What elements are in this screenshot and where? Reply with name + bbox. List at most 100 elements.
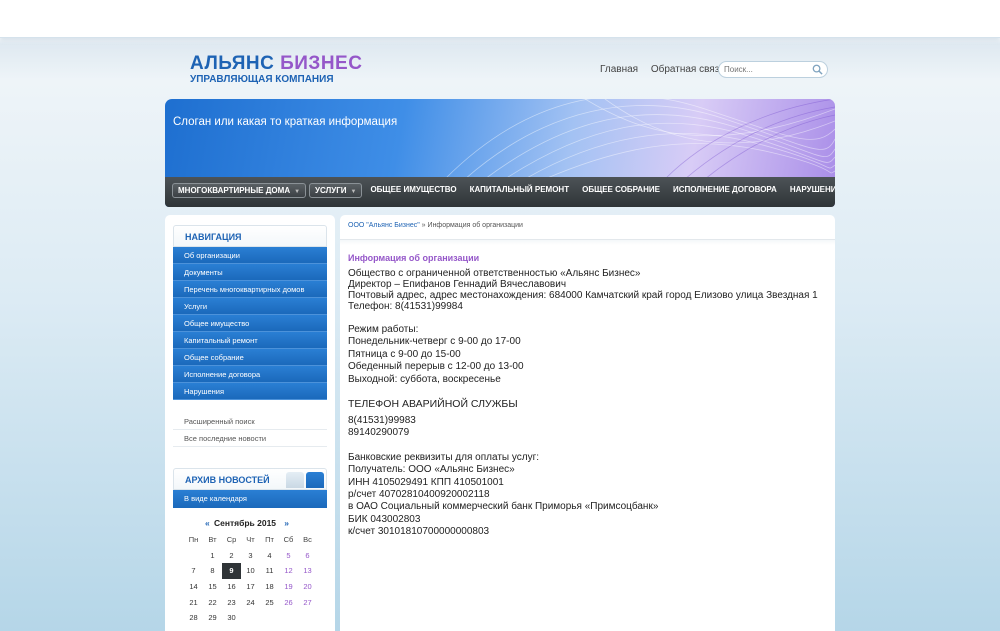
calendar-day[interactable]: 16 [222, 579, 241, 595]
sidebar-sublink[interactable]: Все последние новости [173, 430, 327, 447]
calendar-day[interactable]: 3 [241, 548, 260, 564]
menu-item-label: ИСПОЛНЕНИЕ ДОГОВОРА [672, 185, 777, 194]
calendar-day[interactable]: 11 [260, 563, 279, 579]
bank-detail-line: ИНН 4105029491 КПП 410501001 [348, 476, 504, 488]
calendar-day[interactable]: 4 [260, 548, 279, 564]
calendar-empty-cell [298, 610, 317, 626]
calendar-day[interactable]: 26 [279, 594, 298, 610]
bank-detail-line: БИК 043002803 [348, 513, 421, 525]
sidebar-nav-item[interactable]: Общее собрание [173, 349, 327, 366]
sidebar-nav-item[interactable]: Исполнение договора [173, 366, 327, 383]
calendar-day[interactable]: 10 [241, 563, 260, 579]
archive-calendar-tab[interactable] [306, 472, 324, 488]
menu-item-label: МНОГОКВАРТИРНЫЕ ДОМА [178, 186, 291, 195]
content-divider [340, 239, 835, 245]
menu-item-4[interactable]: КАПИТАЛЬНЫЙ РЕМОНТ [465, 183, 574, 198]
calendar-header: « Сентябрь 2015 » [195, 518, 295, 528]
header-banner: Слоган или какая то краткая информация М… [165, 99, 835, 207]
menu-item-label: ОБЩЕЕ ИМУЩЕСТВО [370, 185, 457, 194]
menu-item-1[interactable]: МНОГОКВАРТИРНЫЕ ДОМА ▼ [172, 183, 307, 198]
schedule-line: Пятница с 9-00 до 15-00 [348, 348, 461, 360]
menu-item-2[interactable]: УСЛУГИ ▼ [309, 183, 363, 198]
breadcrumb: ООО "Альянс Бизнес" » Информация об орга… [348, 222, 523, 229]
calendar-prev-button[interactable]: « [205, 518, 210, 528]
search-icon[interactable] [812, 64, 823, 75]
calendar-weekday: Пт [265, 535, 274, 545]
calendar-day[interactable]: 19 [279, 579, 298, 595]
calendar-day[interactable]: 6 [298, 548, 317, 564]
calendar-weekday: Пн [188, 535, 199, 545]
calendar-grid: Пн Вт Ср Чт Пт Сб Вс 1 2 3 4 5 6 7 8 9 10 11 12 13 14 15 16 17 1… [184, 532, 317, 626]
schedule-line: Выходной: суббота, воскресенье [348, 373, 501, 385]
menu-item-5[interactable]: ОБЩЕЕ СОБРАНИЕ [577, 183, 665, 198]
calendar-day[interactable]: 15 [203, 579, 222, 595]
chevron-down-icon: ▼ [294, 189, 301, 195]
page-title: Информация об организации [348, 253, 480, 263]
calendar-day[interactable]: 27 [298, 594, 317, 610]
sidebar-nav-item[interactable]: Услуги [173, 298, 327, 315]
bank-detail-line: к/счет 30101810700000000803 [348, 526, 490, 538]
sidebar-nav-item[interactable]: Общее имущество [173, 315, 327, 332]
calendar-weekday: Вт [208, 535, 217, 545]
sidebar-nav-item[interactable]: Нарушения [173, 383, 327, 400]
archive-header: АРХИВ НОВОСТЕЙ [173, 468, 327, 490]
emergency-phone: 8(41531)99983 [348, 415, 416, 427]
nav-title: НАВИГАЦИЯ [173, 225, 327, 247]
banner-waves-decoration [444, 99, 835, 179]
link-feedback[interactable]: Обратная связь [651, 64, 725, 75]
menu-item-7[interactable]: НАРУШЕНИЯ [785, 183, 835, 198]
logo[interactable]: АЛЬЯНС БИЗНЕС УПРАВЛЯЮЩАЯ КОМПАНИЯ [190, 53, 363, 86]
schedule-line: Обеденный перерыв с 12-00 до 13-00 [348, 361, 524, 373]
calendar-day[interactable]: 14 [184, 579, 203, 595]
calendar-day[interactable]: 18 [260, 579, 279, 595]
sidebar-sublink[interactable]: Расширенный поиск [173, 413, 327, 430]
calendar-empty-cell [184, 548, 203, 564]
menu-item-6[interactable]: ИСПОЛНЕНИЕ ДОГОВОРА [668, 183, 782, 198]
top-links: Главная Обратная связь [600, 64, 735, 75]
archive-title: АРХИВ НОВОСТЕЙ [185, 475, 270, 485]
emergency-phone: 89140290079 [348, 427, 410, 439]
calendar-day[interactable]: 21 [184, 594, 203, 610]
emergency-title: ТЕЛЕФОН АВАРИЙНОЙ СЛУЖБЫ [348, 398, 518, 411]
calendar-day[interactable]: 28 [184, 610, 203, 626]
menu-item-label: УСЛУГИ [315, 186, 347, 195]
calendar-next-button[interactable]: » [284, 518, 289, 528]
calendar-day[interactable]: 24 [241, 594, 260, 610]
search-input[interactable] [724, 62, 812, 77]
sidebar-nav-item[interactable]: Перечень многоквартирных домов [173, 281, 327, 298]
calendar-day[interactable]: 17 [241, 579, 260, 595]
calendar-day[interactable]: 23 [222, 594, 241, 610]
calendar-empty-cell [279, 610, 298, 626]
breadcrumb-current: Информация об организации [427, 222, 523, 229]
calendar-day[interactable]: 29 [203, 610, 222, 626]
calendar-day[interactable]: 2 [222, 548, 241, 564]
calendar-month: Сентябрь 2015 [213, 518, 277, 528]
calendar-day[interactable]: 22 [203, 594, 222, 610]
calendar-day[interactable]: 9 [222, 563, 241, 579]
calendar-day[interactable]: 12 [279, 563, 298, 579]
calendar-day[interactable]: 7 [184, 563, 203, 579]
sidebar-nav-item[interactable]: Об организации [173, 247, 327, 264]
calendar-day[interactable]: 20 [298, 579, 317, 595]
archive-calendar-label[interactable]: В виде календаря [173, 490, 327, 508]
calendar-day[interactable]: 8 [203, 563, 222, 579]
schedule-line: Понедельник-четверг с 9-00 до 17-00 [348, 336, 521, 348]
breadcrumb-link[interactable]: ООО "Альянс Бизнес" [348, 222, 420, 229]
calendar-day[interactable]: 5 [279, 548, 298, 564]
schedule-line: Режим работы: [348, 324, 419, 335]
menu-item-3[interactable]: ОБЩЕЕ ИМУЩЕСТВО [365, 183, 461, 198]
link-home[interactable]: Главная [600, 64, 638, 75]
main-menu: МНОГОКВАРТИРНЫЕ ДОМА ▼ УСЛУГИ ▼ ОБЩЕЕ ИМУЩЕС… [165, 177, 835, 207]
calendar-day[interactable]: 13 [298, 563, 317, 579]
calendar-day[interactable]: 25 [260, 594, 279, 610]
top-strip [0, 0, 1000, 38]
sidebar-nav-item[interactable]: Капитальный ремонт [173, 332, 327, 349]
breadcrumb-separator: » [419, 222, 428, 229]
org-info-line: Телефон: 8(41531)99984 [348, 301, 463, 312]
calendar-day[interactable]: 30 [222, 610, 241, 626]
archive-list-tab[interactable] [286, 472, 304, 488]
logo-part2: БИЗНЕС [280, 53, 363, 74]
calendar-day[interactable]: 1 [203, 548, 222, 564]
sidebar-nav-item[interactable]: Документы [173, 264, 327, 281]
calendar-weekday: Чт [246, 535, 255, 545]
